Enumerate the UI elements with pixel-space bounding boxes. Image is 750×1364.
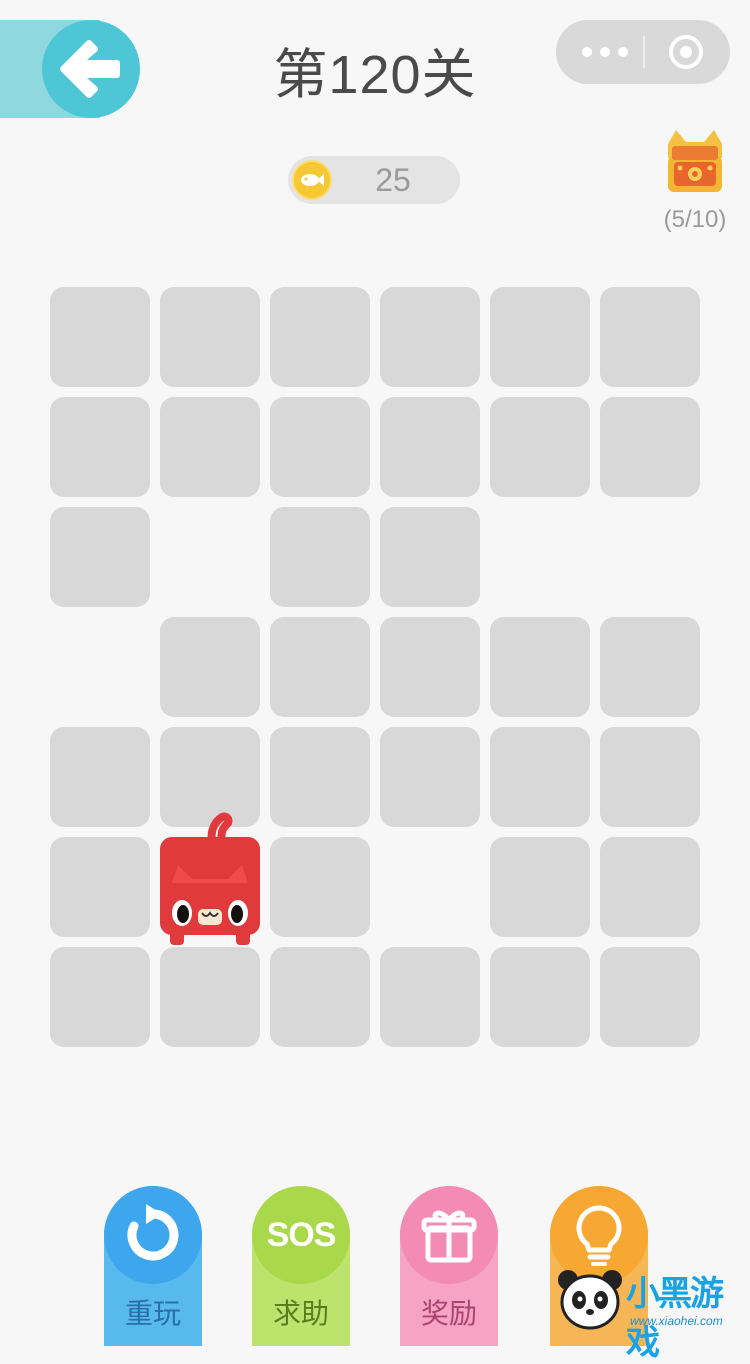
board-tile[interactable] [600,837,700,937]
coin-count: 25 [375,162,411,198]
board-tile[interactable] [50,507,150,607]
chest-progress: (5/10) [663,206,727,233]
board-tile[interactable] [50,727,150,827]
sos-icon-text: SOS [266,1215,337,1254]
board-tile[interactable] [380,287,480,387]
sos-button[interactable]: SOS 求助 [252,1186,350,1346]
board-tile[interactable] [380,617,480,717]
watermark-url: www.xiaohei.com [630,1314,723,1328]
board-tile[interactable] [160,617,260,717]
board-tile[interactable] [380,507,480,607]
board-tile[interactable] [270,397,370,497]
gift-icon [400,1186,498,1284]
restart-label: 重玩 [124,1298,181,1329]
board-tile[interactable] [50,947,150,1047]
restart-icon [104,1186,202,1284]
watermark: 小黑游戏 www.xiaohei.com [556,1262,750,1362]
coin-counter: 25 [288,156,460,204]
back-arrow-icon[interactable] [42,20,140,118]
panda-logo-icon [558,1270,622,1330]
board-tile[interactable] [600,727,700,827]
board-tile[interactable] [270,947,370,1047]
board-tile[interactable] [380,947,480,1047]
reward-button[interactable]: 奖励 [400,1186,498,1346]
board-tile[interactable] [270,617,370,717]
board-tile[interactable] [270,837,370,937]
board-tile[interactable] [600,947,700,1047]
mini-program-capsule [556,20,730,84]
board-tile[interactable] [490,837,590,937]
board-tile[interactable] [490,617,590,717]
treasure-chest-icon[interactable] [660,128,730,198]
board-tile[interactable] [490,727,590,827]
board-tile[interactable] [50,837,150,937]
board-tile[interactable] [160,287,260,387]
board-tile[interactable] [160,397,260,497]
level-title: 第120关 [273,45,477,105]
target-circle-icon[interactable] [668,34,704,70]
board-tile[interactable] [490,397,590,497]
cat-player[interactable] [160,807,260,960]
board-tile[interactable] [490,947,590,1047]
board-tile[interactable] [490,287,590,387]
board-tile[interactable] [160,947,260,1047]
reward-label: 奖励 [420,1298,477,1329]
more-dots-icon[interactable] [582,42,628,62]
sos-label: 求助 [272,1298,329,1329]
fish-coin-icon [292,160,332,200]
board-tile[interactable] [600,397,700,497]
board-tile[interactable] [50,287,150,387]
back-button[interactable] [0,20,142,118]
board-tile[interactable] [270,287,370,387]
board-tile[interactable] [270,727,370,827]
board-tile[interactable] [600,287,700,387]
board-tile[interactable] [270,507,370,607]
board-tile[interactable] [600,617,700,717]
board-tile[interactable] [380,397,480,497]
restart-button[interactable]: 重玩 [104,1186,202,1346]
board-tile[interactable] [380,727,480,827]
capsule-divider [643,36,645,68]
sos-icon: SOS [252,1186,350,1284]
board-tile[interactable] [50,397,150,497]
